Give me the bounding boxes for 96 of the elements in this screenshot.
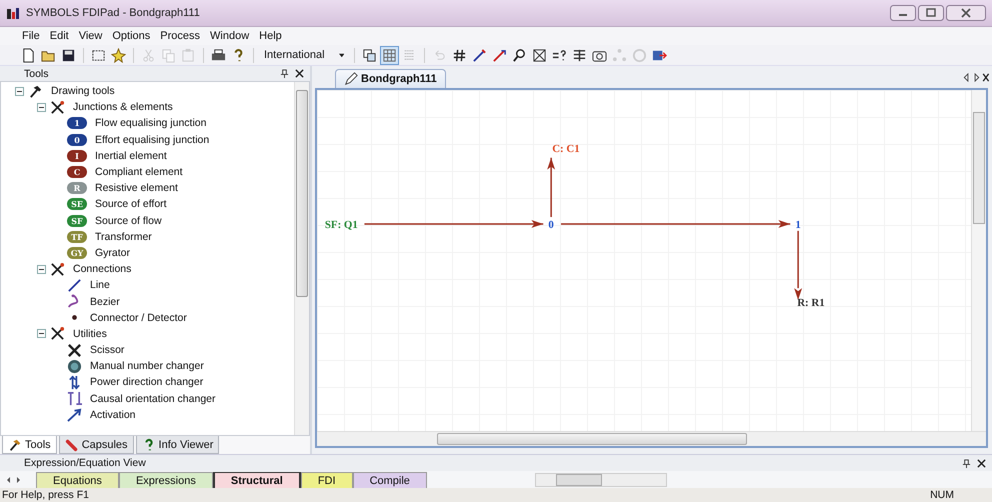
- panel-title: Expression/Equation View: [24, 457, 146, 469]
- pin-icon[interactable]: [280, 69, 289, 78]
- menu-item[interactable]: Edit: [50, 30, 69, 42]
- tree-item[interactable]: Utilities: [69, 328, 107, 340]
- layers-icon[interactable]: [361, 46, 378, 64]
- magnifier-icon[interactable]: [511, 46, 528, 64]
- capsule-icon: [64, 438, 79, 452]
- tree-item[interactable]: Drawing tools: [47, 85, 115, 98]
- collapse-icon[interactable]: [15, 86, 24, 96]
- collapse-icon[interactable]: [37, 264, 46, 274]
- arrow-icon: [67, 407, 82, 422]
- menu-item[interactable]: View: [78, 30, 102, 42]
- tree-item[interactable]: Bezier: [86, 296, 120, 308]
- tree-item[interactable]: Connections: [69, 263, 132, 276]
- status-text: For Help, press F1: [2, 489, 89, 501]
- diagram-node-label: SF: Q1: [324, 218, 358, 231]
- language-dropdown[interactable]: International: [260, 49, 348, 61]
- crossed-tools-icon: [50, 262, 65, 277]
- pin-icon[interactable]: [962, 458, 971, 468]
- element-badge: 0: [67, 134, 87, 146]
- pencil-icon: [344, 72, 358, 86]
- stroke-icon: [67, 391, 82, 406]
- scrollbar[interactable]: [971, 90, 986, 431]
- tree-item[interactable]: Flow equalising junction: [91, 117, 206, 130]
- scissors-icon: [67, 342, 82, 358]
- panel-tab[interactable]: Info Viewer: [136, 436, 220, 454]
- tree-item[interactable]: Connector / Detector: [86, 312, 187, 324]
- diagram-node-label: 1: [795, 218, 801, 231]
- maximize-icon[interactable]: [918, 5, 944, 21]
- document-tab[interactable]: Bondgraph111: [335, 69, 446, 88]
- tree-item[interactable]: Activation: [86, 408, 136, 421]
- collapse-icon[interactable]: [37, 329, 46, 338]
- scrollbar[interactable]: [317, 431, 986, 446]
- target-icon: [67, 358, 82, 374]
- tree-item[interactable]: Resistive element: [91, 182, 178, 194]
- window-title: SYMBOLS FDIPad - Bondgraph111: [26, 7, 200, 19]
- element-badge: GY: [67, 246, 87, 259]
- caret-icon: [338, 52, 344, 58]
- minimize-icon[interactable]: [890, 5, 916, 21]
- element-badge: C: [67, 166, 87, 178]
- close-icon[interactable]: [977, 458, 986, 468]
- tree-item[interactable]: Gyrator: [91, 246, 130, 259]
- hammer-icon: [28, 84, 43, 99]
- diagram-node-label: C: C1: [552, 142, 580, 155]
- crossed-box-icon[interactable]: [531, 46, 548, 64]
- pen-icon[interactable]: [471, 46, 488, 64]
- element-badge: SF: [67, 214, 87, 227]
- element-badge: SE: [67, 198, 87, 210]
- app-icon: [6, 6, 20, 20]
- element-badge: 1: [67, 117, 87, 130]
- element-badge: TF: [67, 230, 87, 243]
- diagram-node-label: R: R1: [797, 296, 825, 309]
- crossed-tools-icon: [50, 100, 65, 115]
- panel-tab[interactable]: Tools: [2, 436, 57, 454]
- collapse-icon[interactable]: [37, 102, 46, 112]
- bond-arrow: [547, 158, 556, 218]
- tab-navigation-icon[interactable]: [962, 72, 990, 82]
- grid-icon[interactable]: [381, 46, 398, 64]
- crossed-tools-icon: [50, 326, 65, 342]
- close-icon[interactable]: [946, 5, 986, 21]
- status-indicator: NUM: [930, 489, 954, 501]
- tree-item[interactable]: Transformer: [91, 230, 152, 243]
- view-tab[interactable]: Structural: [212, 472, 301, 488]
- menu-item[interactable]: Help: [259, 30, 282, 42]
- arrows-icon: [67, 374, 82, 390]
- scrollbar[interactable]: [534, 472, 667, 486]
- menu-item[interactable]: Options: [112, 30, 150, 42]
- tree-item[interactable]: Scissor: [86, 344, 124, 356]
- tree-item[interactable]: Inertial element: [91, 150, 167, 162]
- line-icon: [67, 278, 82, 293]
- view-tab[interactable]: Compile: [352, 472, 427, 488]
- tree-item[interactable]: Effort equalising junction: [91, 134, 210, 146]
- panel-title: Tools: [24, 68, 49, 80]
- view-tab[interactable]: Equations: [36, 472, 119, 488]
- tree-item[interactable]: Causal orientation changer: [86, 392, 216, 405]
- tree-item[interactable]: Line: [86, 279, 110, 292]
- menu-item[interactable]: Process: [160, 30, 200, 42]
- tree-item[interactable]: Source of effort: [91, 198, 167, 210]
- tree-item[interactable]: Compliant element: [91, 166, 183, 178]
- tree-item[interactable]: Source of flow: [91, 214, 162, 227]
- menu-item[interactable]: File: [22, 30, 40, 42]
- view-tab[interactable]: FDI: [300, 472, 353, 488]
- bond-arrow: [794, 230, 802, 300]
- diagram-node-label: 0: [548, 218, 554, 231]
- star-icon[interactable]: [110, 46, 127, 64]
- menu-item[interactable]: Window: [210, 30, 250, 42]
- panel-tab[interactable]: Capsules: [58, 436, 134, 454]
- tree-item[interactable]: Junctions & elements: [69, 101, 173, 114]
- view-tab[interactable]: Expressions: [118, 472, 213, 488]
- tree-item[interactable]: Manual number changer: [86, 360, 204, 372]
- tree-item[interactable]: Power direction changer: [86, 376, 204, 388]
- element-badge: I: [67, 150, 87, 162]
- close-icon[interactable]: [295, 69, 304, 78]
- element-badge: R: [67, 182, 87, 194]
- hammer-icon: [8, 438, 22, 452]
- scrollbar[interactable]: [294, 82, 309, 435]
